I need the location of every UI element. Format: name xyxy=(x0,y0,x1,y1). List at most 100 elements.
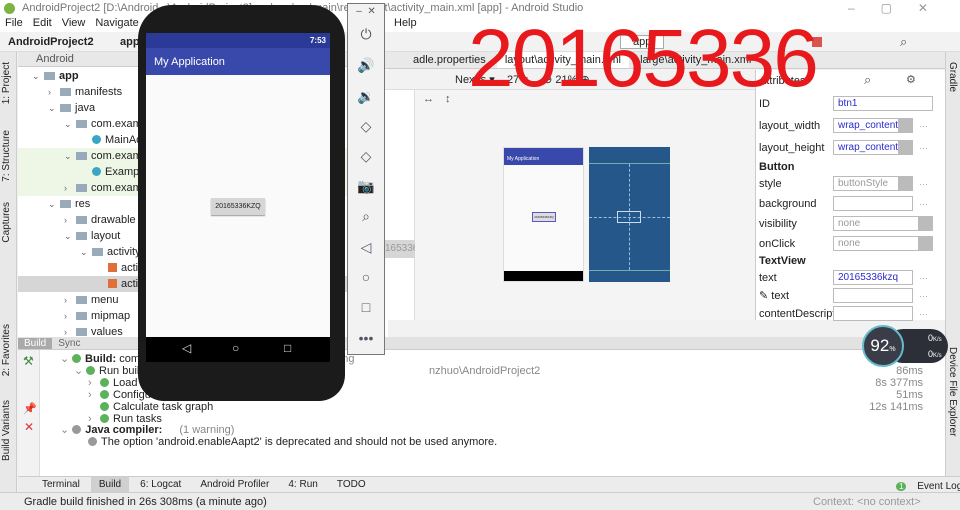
chevron-right-icon[interactable]: › xyxy=(64,212,76,228)
attribute-row: onClick none xyxy=(759,234,944,254)
attribute-value-field[interactable]: btn1 xyxy=(833,96,933,111)
attribute-value-field[interactable]: wrap_content xyxy=(833,140,913,155)
back-icon[interactable]: ◁ xyxy=(348,239,384,256)
dropdown-icon[interactable] xyxy=(918,217,932,230)
tab-run[interactable]: 4: Run xyxy=(280,477,325,492)
chevron-down-icon[interactable]: ⌄ xyxy=(48,100,60,116)
design-canvas[interactable]: ↔ ↕ My Application 20165336KZQ xyxy=(415,90,755,320)
tab-favorites[interactable]: 2: Favorites xyxy=(1,324,12,376)
more-options-button[interactable]: ··· xyxy=(919,286,928,306)
more-options-button[interactable]: ··· xyxy=(919,174,928,194)
menu-navigate[interactable]: Navigate xyxy=(95,17,138,29)
volume-down-icon[interactable]: 🔉 xyxy=(348,88,384,105)
blueprint-button[interactable] xyxy=(617,211,641,223)
chevron-right-icon[interactable]: › xyxy=(64,292,76,308)
resize-vertical-icon[interactable]: ↕ xyxy=(445,93,451,105)
component-tree-button[interactable]: 165336 xyxy=(385,240,415,258)
overview-icon[interactable]: □ xyxy=(348,299,384,315)
build-step-label: Calculate task graph xyxy=(113,401,214,413)
folder-icon xyxy=(92,248,103,256)
preview-button[interactable]: 20165336KZQ xyxy=(532,212,556,222)
menu-file[interactable]: File xyxy=(5,17,23,29)
more-options-button[interactable]: ··· xyxy=(919,194,928,214)
tab-sync[interactable]: Sync xyxy=(52,338,86,349)
preview-app-bar: My Application xyxy=(504,148,583,165)
emulator-app-button[interactable]: 20165336KZQ xyxy=(211,198,265,215)
tab-build-output[interactable]: Build xyxy=(18,338,53,349)
tab-logcat[interactable]: 6: Logcat xyxy=(132,477,189,492)
camera-icon[interactable]: 📷 xyxy=(348,178,384,195)
chevron-down-icon[interactable]: ⌄ xyxy=(32,68,44,84)
more-options-button[interactable]: ··· xyxy=(919,116,928,136)
build-step[interactable]: Calculate task graph xyxy=(88,401,213,413)
tab-gradle[interactable]: Gradle xyxy=(947,62,958,92)
attribute-value-field[interactable]: wrap_content xyxy=(833,118,913,133)
menu-help[interactable]: Help xyxy=(394,17,417,29)
chevron-right-icon[interactable]: › xyxy=(48,84,60,100)
tree-item-label: manifests xyxy=(75,86,123,98)
tab-android-profiler[interactable]: Android Profiler xyxy=(192,477,277,492)
warning-message[interactable]: The option 'android.enableAapt2' is depr… xyxy=(101,436,497,448)
dropdown-icon[interactable] xyxy=(898,141,912,154)
menu-view[interactable]: View xyxy=(62,17,86,29)
home-icon[interactable]: ○ xyxy=(232,341,239,355)
build-step[interactable]: ⌄ Run build nzhuo\AndroidProject2 xyxy=(74,365,540,377)
attribute-value-field[interactable]: 20165336kzq xyxy=(833,270,913,285)
zoom-icon[interactable]: ⌕ xyxy=(348,208,384,225)
close-icon[interactable]: ✕ xyxy=(24,420,34,434)
file-icon xyxy=(108,279,117,288)
menu-edit[interactable]: Edit xyxy=(33,17,52,29)
tab-build-variants[interactable]: Build Variants xyxy=(1,400,12,461)
attribute-value: none xyxy=(838,238,861,249)
design-preview[interactable]: My Application 20165336KZQ xyxy=(503,147,584,282)
window-controls[interactable]: –▢✕ xyxy=(848,1,954,15)
gear-icon[interactable]: ⚙ xyxy=(906,73,916,86)
tab-project[interactable]: 1: Project xyxy=(1,62,12,104)
breadcrumb-project[interactable]: AndroidProject2 xyxy=(8,36,94,48)
home-icon[interactable]: ○ xyxy=(348,269,384,285)
recents-icon[interactable]: □ xyxy=(284,341,291,355)
chevron-down-icon[interactable]: ⌄ xyxy=(64,228,76,244)
minimize-close-icons[interactable]: – ✕ xyxy=(348,6,384,17)
file-icon xyxy=(108,263,117,272)
left-tool-strip: 1: Project 7: Structure Captures 2: Favo… xyxy=(0,52,17,492)
dropdown-icon[interactable] xyxy=(898,119,912,132)
back-icon[interactable]: ◁ xyxy=(182,341,191,355)
hammer-icon[interactable]: ⚒ xyxy=(23,354,34,368)
more-options-button[interactable]: ··· xyxy=(919,268,928,288)
tab-todo[interactable]: TODO xyxy=(329,477,374,492)
more-icon[interactable]: ••• xyxy=(348,330,384,346)
pin-icon[interactable]: 📌 xyxy=(23,402,37,415)
chevron-down-icon[interactable]: ⌄ xyxy=(64,148,76,164)
rotate-right-icon[interactable]: ◇ xyxy=(348,148,384,165)
chevron-right-icon[interactable]: › xyxy=(64,308,76,324)
rotate-left-icon[interactable]: ◇ xyxy=(348,118,384,135)
tab-structure[interactable]: 7: Structure xyxy=(1,130,12,182)
attribute-value-field[interactable]: none xyxy=(833,216,933,231)
attribute-value-field[interactable] xyxy=(833,306,913,321)
breadcrumb-app[interactable]: app xyxy=(120,36,140,48)
attribute-value-field[interactable]: none xyxy=(833,236,933,251)
tab-build[interactable]: Build xyxy=(90,477,130,492)
chevron-right-icon[interactable]: › xyxy=(64,180,76,196)
download-rate-unit: K/s xyxy=(933,353,942,359)
dropdown-icon[interactable] xyxy=(918,237,932,250)
search-icon[interactable]: ⌕ xyxy=(900,34,907,50)
emulator-screen[interactable] xyxy=(146,33,330,337)
more-options-button[interactable]: ··· xyxy=(919,138,928,158)
attribute-value-field[interactable] xyxy=(833,196,913,211)
power-icon[interactable]: ⏻ xyxy=(348,26,384,43)
volume-up-icon[interactable]: 🔊 xyxy=(348,57,384,74)
attribute-value-field[interactable] xyxy=(833,288,913,303)
chevron-down-icon[interactable]: ⌄ xyxy=(80,244,92,260)
resize-horizontal-icon[interactable]: ↔ xyxy=(423,93,434,105)
tab-captures[interactable]: Captures xyxy=(1,202,12,243)
dropdown-icon[interactable] xyxy=(898,177,912,190)
chevron-down-icon[interactable]: ⌄ xyxy=(48,196,60,212)
search-attributes-icon[interactable]: ⌕ xyxy=(864,72,871,88)
more-options-button[interactable]: ··· xyxy=(919,304,928,324)
chevron-down-icon[interactable]: ⌄ xyxy=(64,116,76,132)
blueprint-preview[interactable] xyxy=(589,147,670,282)
attribute-value-field[interactable]: buttonStyle xyxy=(833,176,913,191)
tab-terminal[interactable]: Terminal xyxy=(34,477,88,492)
